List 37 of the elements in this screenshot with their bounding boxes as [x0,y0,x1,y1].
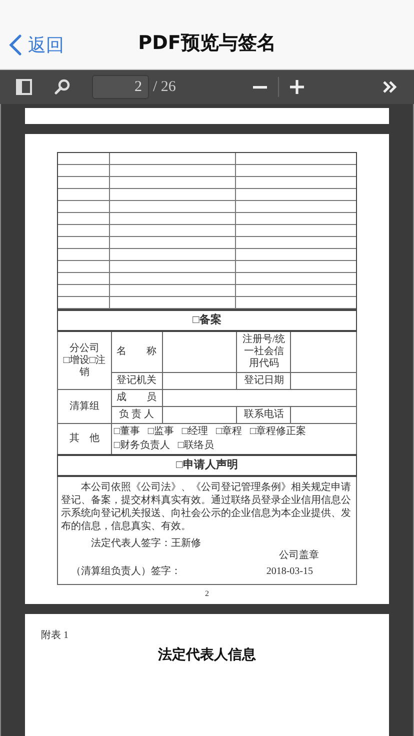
document-heading: 法定代表人信息 [158,646,256,664]
appendix-label: 附表 1 [41,628,70,642]
checkbox-option: □经理 [182,426,208,438]
checkbox-option: □联络员 [178,440,214,452]
checkbox-option: □董事 [114,426,140,438]
search-icon[interactable] [54,79,70,95]
page-title: PDF预览与签名 [138,31,276,56]
page-number-field[interactable]: 2 [92,75,149,99]
form-label: 名 称 [116,346,157,358]
form-label: 成 员 [116,392,157,404]
checkbox-option: □监事 [148,426,174,438]
form-label: 负 责 人 [119,409,154,420]
form-label: 注册号/统一社会信用代码 [242,334,286,370]
section-heading: □申请人声明 [176,459,238,472]
page-number: 2 [205,589,209,598]
double-chevron-icon[interactable] [382,80,398,94]
form-label: 分公司 [68,342,100,354]
form-label: 联系电话 [244,409,284,420]
signature-line: 法定代表人签字：王新修 [91,538,201,550]
signature-line: （清算组负责人）签字： [71,566,181,578]
checkbox-option: □章程修正案 [250,426,306,438]
declaration-text: 本公司依照《公司法》、《公司登记管理条例》相关规定申请登记、备案，提交材料真实有效。通过联络员登录企业信用信息公示系统向登记机关报送、向社会公示的企业信息为本企业提供、发布的信息，信息真实、有效。 [61,481,352,534]
form-label: 清算组 [69,400,100,412]
back-button[interactable]: 返回 [0,33,64,57]
page-total: / 26 [153,78,176,96]
chevron-left-icon [9,34,22,56]
section-heading: □备案 [192,314,222,326]
seal-label: 公司盖章 [279,550,319,562]
form-label: 其 他 [69,433,100,444]
form-label: 登记日期 [244,375,284,386]
form-label: 登记机关 [116,375,157,386]
zoom-in-icon[interactable] [290,80,304,94]
checkbox-option: □章程 [216,426,242,438]
date-text: 2018-03-15 [266,566,313,578]
checkbox-options: □增设□注销 [60,354,109,379]
sidebar-icon[interactable] [16,79,32,95]
checkbox-option: □财务负责人 [114,440,170,452]
